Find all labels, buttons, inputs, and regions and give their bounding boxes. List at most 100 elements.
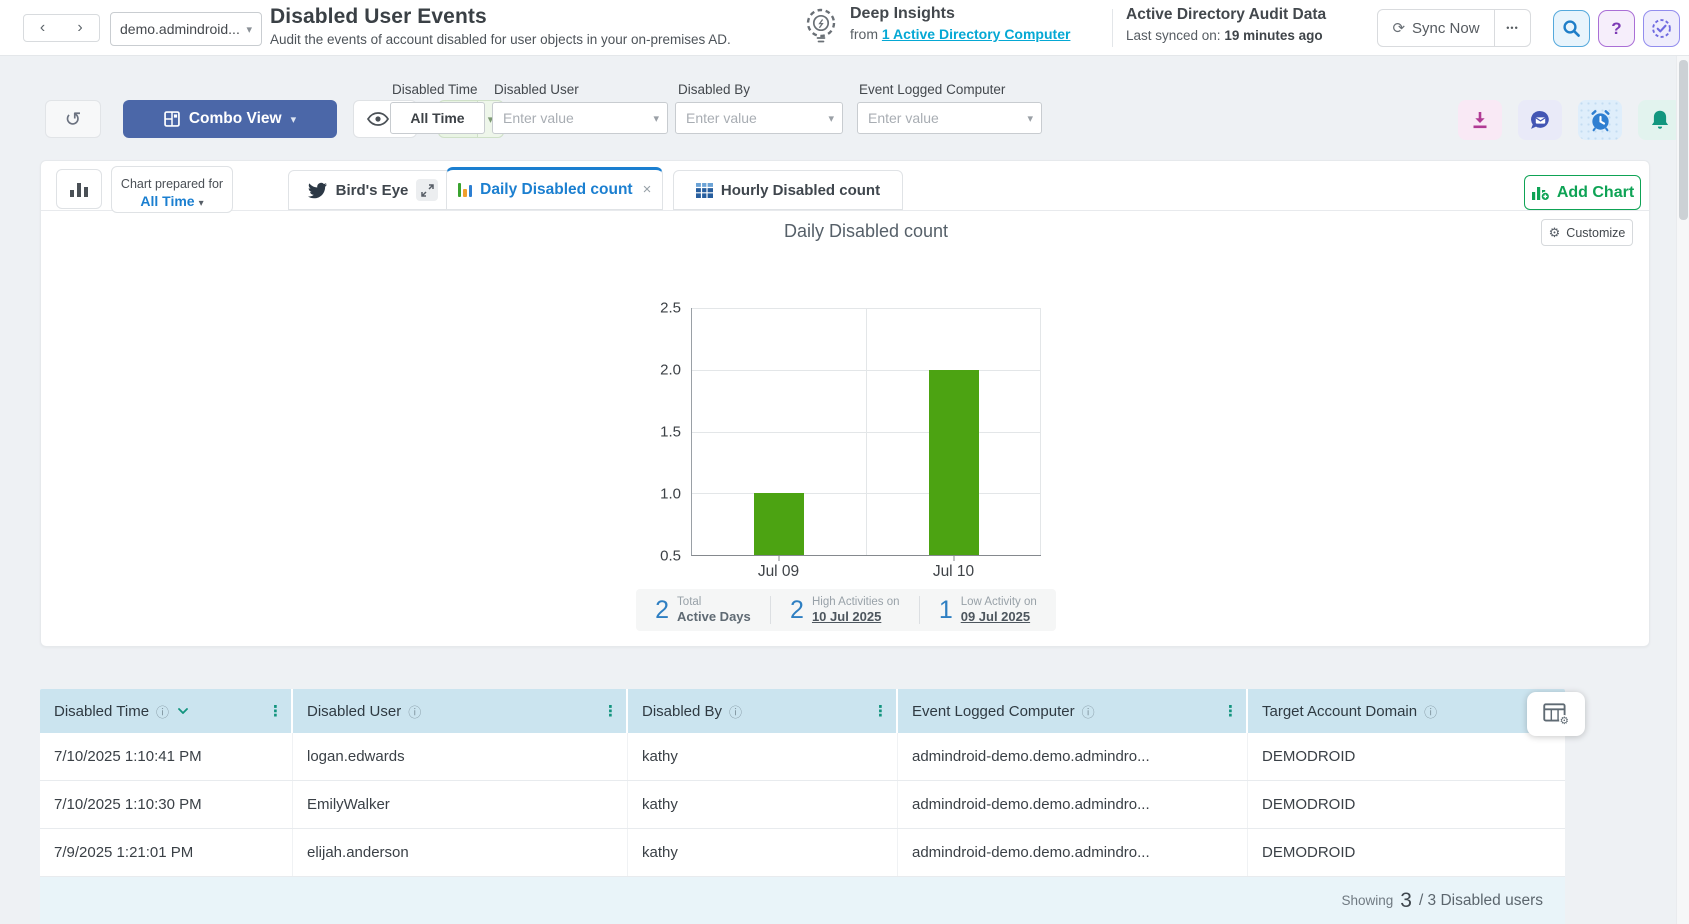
column-menu-icon[interactable]: ⋮ <box>268 702 283 720</box>
table-row[interactable]: 7/9/2025 1:21:01 PMelijah.andersonkathya… <box>40 829 1565 877</box>
chart-prepared-value: All Time <box>140 193 194 209</box>
stat-date-link[interactable]: 10 Jul 2025 <box>812 609 900 625</box>
help-button[interactable]: ? <box>1598 10 1635 47</box>
disabled-user-filter[interactable]: ▾ <box>492 102 668 134</box>
stat-line2: Active Days <box>677 609 751 625</box>
export-button[interactable] <box>1458 100 1502 140</box>
chevron-down-icon[interactable]: ▾ <box>828 112 834 125</box>
x-tick-label: Jul 10 <box>933 563 974 581</box>
stat-divider <box>770 596 771 624</box>
audit-history-button[interactable] <box>1643 10 1680 47</box>
bar-jul-09[interactable] <box>754 493 804 555</box>
sync-group: ⟳ Sync Now ••• <box>1377 9 1531 47</box>
refresh-button[interactable]: ↺ <box>45 100 101 138</box>
chart-stats-bar: 2 Total Active Days 2 High Activities on… <box>636 589 1056 631</box>
x-tick-mark <box>779 555 780 561</box>
search-button[interactable] <box>1553 10 1590 47</box>
sort-desc-icon[interactable] <box>178 708 188 714</box>
column-header-disabled-time[interactable]: Disabled Time ⓘ ⋮ <box>40 689 293 733</box>
stat-high-activities: 2 High Activities on 10 Jul 2025 <box>790 595 899 626</box>
gear-icon: ⚙ <box>1549 225 1561 241</box>
gridline-h <box>692 308 1041 309</box>
chart-plot <box>691 308 1041 556</box>
tab-daily-label: Daily Disabled count <box>480 181 632 199</box>
bar-jul-10[interactable] <box>929 370 979 555</box>
y-tick-label: 1.0 <box>660 486 681 503</box>
chart-prepared-for-selector[interactable]: Chart prepared for All Time▾ <box>111 166 233 213</box>
stat-value: 2 <box>790 596 804 625</box>
tab-birds-eye[interactable]: Bird's Eye <box>288 170 458 210</box>
scrollbar[interactable] <box>1676 56 1689 924</box>
forward-button[interactable]: › <box>61 14 100 42</box>
filter-label-disabled-time: Disabled Time <box>392 82 478 97</box>
stat-divider <box>919 596 920 624</box>
customize-label: Customize <box>1566 226 1625 240</box>
table-cell: admindroid-demo.demo.admindro... <box>898 733 1248 780</box>
info-icon[interactable]: ⓘ <box>1424 702 1437 721</box>
table-cell: admindroid-demo.demo.admindro... <box>898 829 1248 876</box>
tenant-selector[interactable]: demo.admindroid... ▾ <box>110 12 262 46</box>
view-selector-label: Combo View <box>189 110 282 128</box>
disabled-time-filter[interactable]: All Time <box>390 102 485 134</box>
header-divider <box>1112 9 1113 47</box>
scrollbar-thumb[interactable] <box>1679 60 1688 220</box>
info-icon[interactable]: ⓘ <box>408 702 421 721</box>
last-synced-label: Last synced on: <box>1126 28 1221 43</box>
disabled-user-input[interactable] <box>503 110 649 126</box>
table-cell: elijah.anderson <box>293 829 628 876</box>
x-tick-mark <box>953 555 954 561</box>
column-menu-icon[interactable]: ⋮ <box>873 702 888 720</box>
table-row[interactable]: 7/10/2025 1:10:30 PMEmilyWalkerkathyadmi… <box>40 781 1565 829</box>
disabled-by-filter[interactable]: ▾ <box>675 102 843 134</box>
column-header-disabled-user[interactable]: Disabled User ⓘ ⋮ <box>293 689 628 733</box>
column-menu-icon[interactable]: ⋮ <box>603 702 618 720</box>
stat-line1: Low Activity on <box>961 595 1037 609</box>
active-directory-computer-link[interactable]: 1 Active Directory Computer <box>882 26 1071 42</box>
expand-icon[interactable] <box>416 179 438 201</box>
column-header-target-account-domain[interactable]: Target Account Domain ⓘ ⋮ <box>1248 689 1565 733</box>
grid-chart-icon <box>696 183 713 198</box>
schedule-button[interactable] <box>1578 100 1622 140</box>
event-logged-computer-input[interactable] <box>868 110 1023 126</box>
gridline-v <box>1040 308 1041 555</box>
chevron-down-icon: ▾ <box>246 23 252 36</box>
tab-daily-disabled-count[interactable]: Daily Disabled count × <box>446 167 663 210</box>
info-icon[interactable]: ⓘ <box>729 702 742 721</box>
gridline-h <box>692 370 1041 371</box>
stat-line1: High Activities on <box>812 595 900 609</box>
chart-title: Daily Disabled count <box>691 221 1041 242</box>
chat-envelope-icon <box>1529 109 1552 132</box>
tab-strip-border <box>41 210 1649 211</box>
table-cell: 7/10/2025 1:10:30 PM <box>40 781 293 828</box>
column-header-event-logged-computer[interactable]: Event Logged Computer ⓘ ⋮ <box>898 689 1248 733</box>
search-icon <box>1562 19 1581 38</box>
event-logged-computer-filter[interactable]: ▾ <box>857 102 1042 134</box>
table-cell: DEMODROID <box>1248 733 1565 780</box>
filter-label-disabled-by: Disabled By <box>678 82 750 97</box>
info-icon[interactable]: ⓘ <box>156 702 169 721</box>
stat-date-link[interactable]: 09 Jul 2025 <box>961 609 1037 625</box>
close-icon[interactable]: × <box>643 181 652 198</box>
y-tick-label: 2.5 <box>660 300 681 317</box>
chevron-down-icon[interactable]: ▾ <box>1027 112 1033 125</box>
add-chart-button[interactable]: Add Chart <box>1524 175 1641 210</box>
column-menu-icon[interactable]: ⋮ <box>1223 702 1238 720</box>
chevron-down-icon[interactable]: ▾ <box>653 112 659 125</box>
more-options-button[interactable]: ••• <box>1495 9 1531 47</box>
back-button[interactable]: ‹ <box>23 14 62 42</box>
info-icon[interactable]: ⓘ <box>1082 702 1095 721</box>
disabled-by-input[interactable] <box>686 110 824 126</box>
tab-hourly-disabled-count[interactable]: Hourly Disabled count <box>673 170 903 210</box>
feedback-button[interactable] <box>1518 100 1562 140</box>
gear-bulb-icon <box>799 5 843 51</box>
sync-icon: ⟳ <box>1392 19 1405 37</box>
table-row[interactable]: 7/10/2025 1:10:41 PMlogan.edwardskathyad… <box>40 733 1565 781</box>
gridline-h <box>692 432 1041 433</box>
sync-now-button[interactable]: ⟳ Sync Now <box>1377 9 1495 47</box>
column-chooser-button[interactable]: ⚙ <box>1527 692 1585 736</box>
chart-prepared-label: Chart prepared for <box>112 177 232 191</box>
chart-type-button[interactable] <box>56 169 102 209</box>
view-selector-button[interactable]: Combo View ▾ <box>123 100 337 138</box>
column-header-disabled-by[interactable]: Disabled By ⓘ ⋮ <box>628 689 898 733</box>
customize-button[interactable]: ⚙ Customize <box>1541 219 1633 246</box>
